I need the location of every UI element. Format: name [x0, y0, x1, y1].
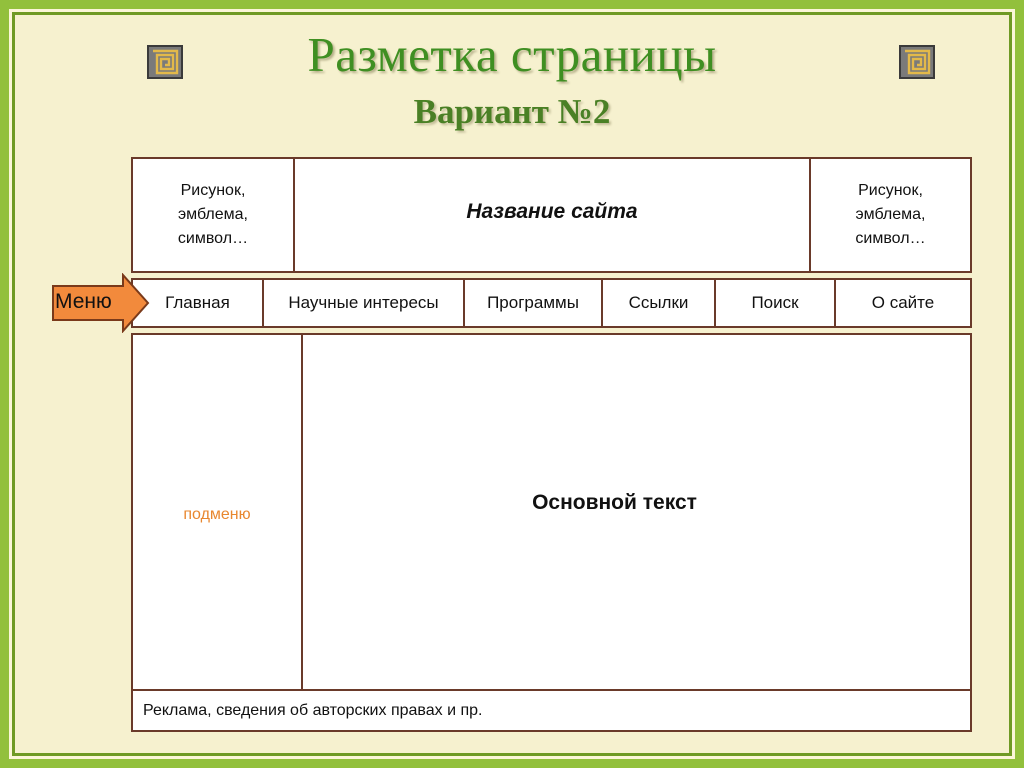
left-logo-line: эмблема, — [177, 206, 248, 223]
footer-divider — [133, 689, 970, 691]
site-name: Название сайта — [295, 190, 809, 234]
main-text-area: Основной текст — [303, 486, 926, 520]
menu-item-about[interactable]: О сайте — [836, 280, 970, 326]
menu-item-home[interactable]: Главная — [133, 280, 262, 326]
right-logo-line: символ… — [855, 230, 926, 247]
content-top-edge — [133, 335, 970, 337]
left-logo-line: Рисунок, — [180, 182, 246, 199]
content-area — [131, 333, 972, 732]
menu-item-links[interactable]: Ссылки — [603, 280, 714, 326]
menu-bar: Главная Научные интересы Программы Ссылк… — [131, 278, 972, 328]
footer-text: Реклама, сведения об авторских правах и … — [143, 702, 483, 719]
submenu-area: подменю — [133, 500, 301, 530]
spiral-ornament-icon — [147, 45, 183, 79]
slide-subtitle: Вариант №2 — [413, 92, 611, 131]
right-logo-placeholder: Рисунок, эмблема, символ… — [811, 159, 970, 271]
left-logo-placeholder: Рисунок, эмблема, символ… — [133, 159, 293, 271]
menu-item-programs[interactable]: Программы — [465, 280, 601, 326]
menu-arrow-label: Меню — [55, 290, 112, 313]
menu-item-research[interactable]: Научные интересы — [264, 280, 463, 326]
site-name-label: Название сайта — [466, 200, 638, 223]
right-logo-line: эмблема, — [855, 206, 926, 223]
submenu-label: подменю — [183, 506, 251, 523]
left-logo-line: символ… — [177, 230, 249, 247]
main-text-label: Основной текст — [532, 491, 697, 514]
spiral-ornament-icon — [899, 45, 935, 79]
right-logo-line: Рисунок, — [858, 182, 923, 199]
menu-item-search[interactable]: Поиск — [716, 280, 834, 326]
